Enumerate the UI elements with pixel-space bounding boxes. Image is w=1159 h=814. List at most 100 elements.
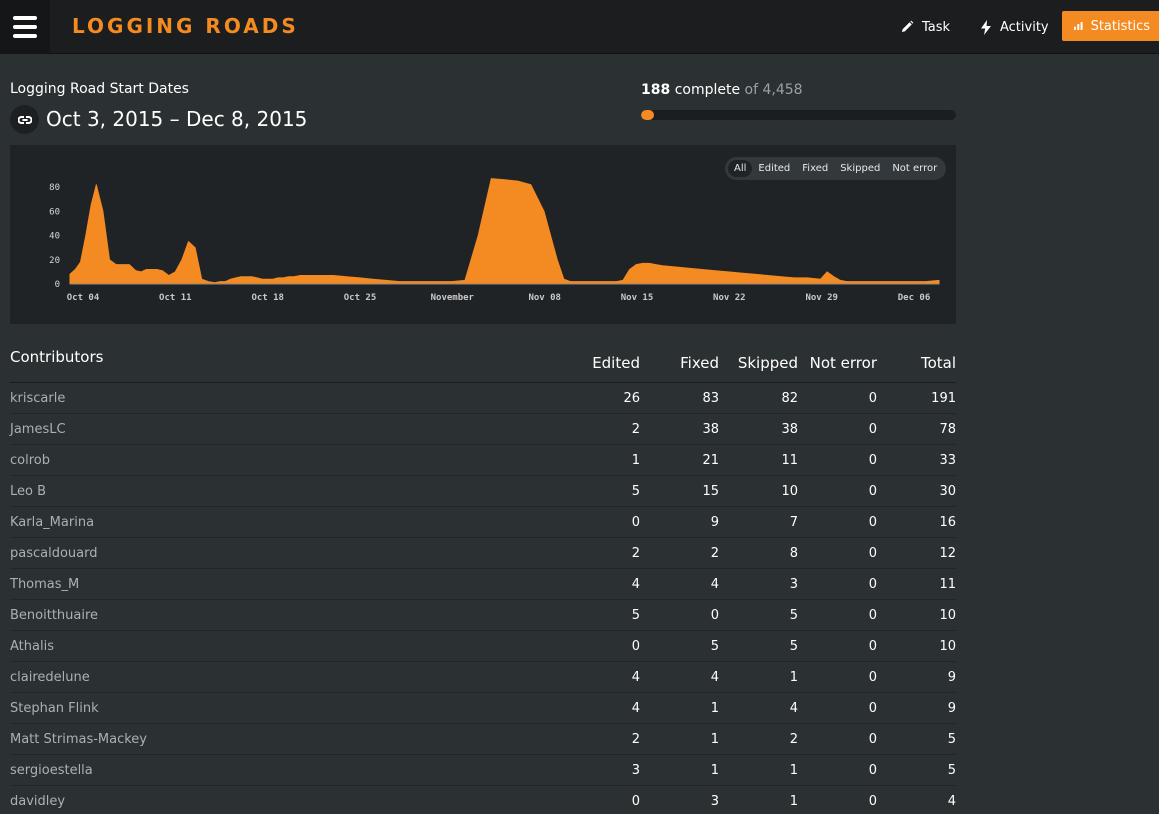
cell-not-error: 0 [868,762,877,778]
contributor-name[interactable]: sergioestella [10,763,560,778]
contributor-name[interactable]: colrob [10,453,560,468]
cell-skipped: 10 [781,483,798,499]
contributor-name[interactable]: clairedelune [10,670,560,685]
contributor-name[interactable]: davidley [10,794,560,809]
nav-statistics-label: Statistics [1090,18,1150,34]
col-skipped[interactable]: Skipped [719,354,798,382]
cell-not-error: 0 [868,576,877,592]
cell-fixed: 1 [710,700,719,716]
contributor-name[interactable]: Karla_Marina [10,515,560,530]
cell-fixed: 38 [702,421,719,437]
cell-not-error: 0 [868,483,877,499]
cell-skipped: 11 [781,452,798,468]
nav-activity[interactable]: Activity [980,0,1049,54]
cell-fixed: 5 [710,638,719,654]
cell-total: 10 [939,607,956,623]
cell-fixed: 4 [710,669,719,685]
cell-skipped: 1 [789,793,798,809]
table-body: kriscarle 26 83 82 0 191 JamesLC 2 38 38 0 78 colrob… [10,383,956,814]
cell-not-error: 0 [868,421,877,437]
cell-not-error: 0 [868,793,877,809]
cell-fixed: 2 [710,545,719,561]
cell-edited: 4 [631,576,640,592]
progress-complete-label: complete [674,82,741,98]
table-row: Athalis 0 5 5 0 10 [10,631,956,662]
table-row: Thomas_M 4 4 3 0 11 [10,569,956,600]
hamburger-menu-icon[interactable] [0,0,50,54]
cell-skipped: 82 [781,390,798,406]
progress-bar [641,110,956,120]
cell-fixed: 0 [710,607,719,623]
x-tick-label: Oct 04 [67,293,100,303]
col-not-error[interactable]: Not error [798,354,877,382]
contributor-name[interactable]: Thomas_M [10,577,560,592]
cell-total: 10 [939,638,956,654]
bar-chart-icon [1074,22,1083,30]
cell-skipped: 4 [789,700,798,716]
app-logo[interactable]: LOGGING ROADS [72,14,299,38]
table-row: colrob 1 21 11 0 33 [10,445,956,476]
x-tick-label: November [431,293,475,303]
date-range: Oct 3, 2015 – Dec 8, 2015 [46,107,308,131]
cell-skipped: 1 [789,669,798,685]
filter-skipped[interactable]: Skipped [834,160,886,177]
contributor-name[interactable]: Matt Strimas-Mackey [10,732,560,747]
filter-fixed[interactable]: Fixed [796,160,834,177]
cell-not-error: 0 [868,700,877,716]
cell-total: 33 [939,452,956,468]
contributor-name[interactable]: Athalis [10,639,560,654]
cell-total: 16 [939,514,956,530]
bolt-icon [981,19,991,35]
cell-edited: 26 [623,390,640,406]
filter-all[interactable]: All [728,160,753,177]
contributor-name[interactable]: Benoitthuaire [10,608,560,623]
table-row: davidley 0 3 1 0 4 [10,786,956,814]
col-edited[interactable]: Edited [560,354,640,382]
filter-not-error[interactable]: Not error [886,160,943,177]
cell-edited: 2 [631,731,640,747]
cell-total: 191 [931,390,956,406]
cell-fixed: 21 [702,452,719,468]
col-fixed[interactable]: Fixed [640,354,719,382]
chart-filter-group: All Edited Fixed Skipped Not error [725,157,947,180]
progress-bar-fill [641,110,655,120]
table-row: Stephan Flink 4 1 4 0 9 [10,693,956,724]
table-row: Karla_Marina 0 9 7 0 16 [10,507,956,538]
y-tick-label: 60 [49,207,60,217]
filter-edited[interactable]: Edited [752,160,796,177]
top-bar: LOGGING ROADS Task Activity Statistics [0,0,1159,54]
link-icon[interactable] [10,105,39,134]
table-row: clairedelune 4 4 1 0 9 [10,662,956,693]
table-header: Contributors Edited Fixed Skipped Not er… [10,348,956,383]
contributor-name[interactable]: JamesLC [10,422,560,437]
cell-skipped: 1 [789,762,798,778]
table-row: kriscarle 26 83 82 0 191 [10,383,956,414]
x-tick-label: Oct 11 [159,293,192,303]
cell-edited: 3 [631,762,640,778]
contributor-name[interactable]: pascaldouard [10,546,560,561]
cell-not-error: 0 [868,638,877,654]
cell-edited: 2 [631,545,640,561]
nav-task[interactable]: Task [900,0,950,54]
cell-not-error: 0 [868,669,877,685]
table-row: sergioestella 3 1 1 0 5 [10,755,956,786]
y-tick-label: 40 [49,232,60,242]
nav-statistics[interactable]: Statistics [1062,11,1159,41]
cell-fixed: 15 [702,483,719,499]
cell-skipped: 5 [789,607,798,623]
contributor-name[interactable]: Stephan Flink [10,701,560,716]
contributor-name[interactable]: kriscarle [10,391,560,406]
cell-edited: 0 [631,514,640,530]
x-tick-label: Nov 29 [805,293,838,303]
cell-fixed: 83 [702,390,719,406]
cell-skipped: 3 [789,576,798,592]
col-total[interactable]: Total [877,354,956,382]
cell-fixed: 3 [710,793,719,809]
x-tick-label: Nov 08 [528,293,561,303]
cell-not-error: 0 [868,731,877,747]
contributor-name[interactable]: Leo B [10,484,560,499]
progress-complete-count: 188 [641,82,671,98]
x-tick-label: Nov 15 [621,293,654,303]
page-title: Logging Road Start Dates [10,81,189,97]
x-tick-label: Oct 25 [344,293,377,303]
